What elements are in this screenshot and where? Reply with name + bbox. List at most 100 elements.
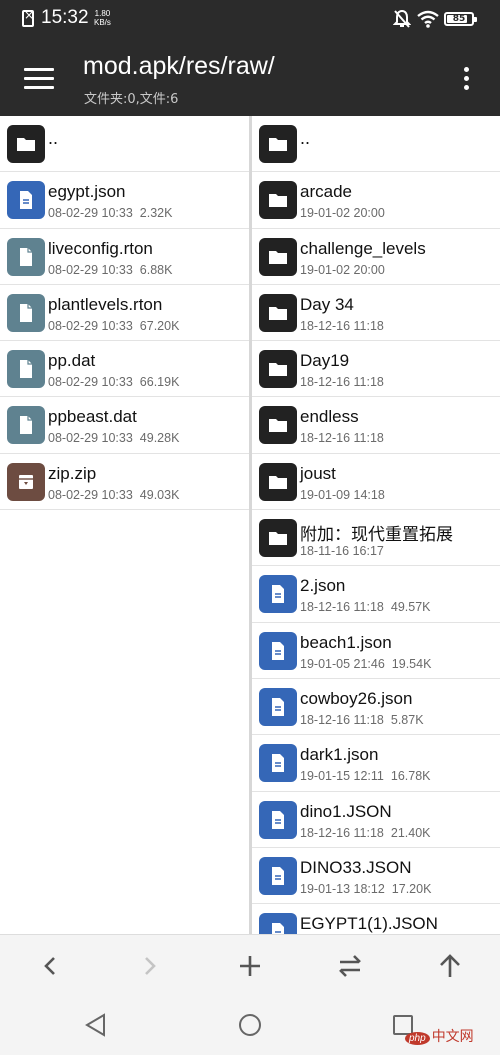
document-file-icon <box>7 350 45 389</box>
item-size: 6.88K <box>139 262 173 277</box>
back-triangle-icon[interactable] <box>82 1011 110 1039</box>
folder-row[interactable]: arcade 19-01-02 20:00 <box>252 172 500 229</box>
item-size: 49.03K <box>139 487 180 502</box>
home-circle-icon[interactable] <box>236 1011 264 1039</box>
json-file-icon <box>259 800 297 839</box>
folder-row[interactable]: Day19 18-12-16 11:18 <box>252 341 500 398</box>
item-name: liveconfig.rton <box>48 238 153 258</box>
swap-icon[interactable] <box>334 950 366 982</box>
back-arrow-icon[interactable] <box>34 950 66 982</box>
item-meta: 18-11-16 16:17 <box>300 544 384 558</box>
zip-archive-icon <box>7 462 45 501</box>
network-speed-unit: KB/s <box>94 18 111 27</box>
add-icon[interactable] <box>234 950 266 982</box>
item-meta: 19-01-02 20:00 <box>300 206 385 220</box>
hamburger-menu-icon[interactable] <box>24 68 54 90</box>
folder-row[interactable]: challenge_levels 19-01-02 20:00 <box>252 229 500 285</box>
file-row[interactable]: zip.zip 08-02-29 10:33 49.03K <box>0 454 249 511</box>
folder-row[interactable]: Day 34 18-12-16 11:18 <box>252 285 500 342</box>
file-row[interactable]: EGYPT1(1).JSON <box>252 904 500 934</box>
file-row[interactable]: cowboy26.json 18-12-16 11:18 5.87K <box>252 679 500 736</box>
file-row[interactable]: 2.json 18-12-16 11:18 49.57K <box>252 566 500 623</box>
item-name: egypt.json <box>48 182 126 202</box>
more-vert-icon[interactable] <box>456 67 476 95</box>
item-date: 08-02-29 10:33 <box>48 375 133 390</box>
item-name: endless <box>300 407 359 427</box>
folder-icon <box>259 350 297 389</box>
item-name: joust <box>300 463 336 483</box>
json-file-icon <box>259 913 297 934</box>
item-name: ppbeast.dat <box>48 407 137 427</box>
item-meta: 08-02-29 10:33 49.28K <box>48 431 179 445</box>
item-name: EGYPT1(1).JSON <box>300 914 438 934</box>
item-size: 21.40K <box>390 825 431 840</box>
json-file-icon <box>259 575 297 614</box>
file-row[interactable]: dark1.json 19-01-15 12:11 16.78K <box>252 735 500 792</box>
parent-directory-row[interactable]: .. <box>252 116 500 173</box>
item-name: cowboy26.json <box>300 688 413 708</box>
file-row[interactable]: beach1.json 19-01-05 21:46 19.54K <box>252 623 500 679</box>
item-date: 08-02-29 10:33 <box>48 431 133 446</box>
item-name: Day 34 <box>300 294 354 314</box>
item-meta: 19-01-13 18:12 17.20K <box>300 882 431 896</box>
json-file-icon <box>259 856 297 895</box>
item-date: 08-02-29 10:33 <box>48 487 133 502</box>
folder-icon <box>259 406 297 445</box>
item-date: 19-01-02 20:00 <box>300 262 385 277</box>
parent-directory-label: .. <box>300 128 311 148</box>
json-file-icon <box>7 181 45 220</box>
item-name: 附加：现代重置拓展 <box>300 525 453 545</box>
json-file-icon <box>259 687 297 726</box>
up-arrow-icon[interactable] <box>434 950 466 982</box>
item-size: 49.28K <box>139 431 180 446</box>
folder-icon <box>259 293 297 332</box>
folder-file-count: 文件夹:0,文件:6 <box>84 92 179 107</box>
item-size: 17.20K <box>391 881 432 896</box>
item-date: 18-12-16 11:18 <box>300 600 384 615</box>
item-name: challenge_levels <box>300 238 426 258</box>
item-meta: 18-12-16 11:18 <box>300 375 384 389</box>
item-date: 18-12-16 11:18 <box>300 375 384 390</box>
forward-arrow-icon[interactable] <box>134 950 166 982</box>
folder-icon <box>259 237 297 276</box>
folder-row[interactable]: endless 18-12-16 11:18 <box>252 397 500 454</box>
path-title: mod.apk/res/raw/ <box>83 52 275 80</box>
item-size: 67.20K <box>139 318 180 333</box>
bottom-toolbar <box>0 934 500 996</box>
file-row[interactable]: ppbeast.dat 08-02-29 10:33 49.28K <box>0 397 249 454</box>
item-name: dark1.json <box>300 745 379 765</box>
network-speed-value: 1.80 <box>94 9 111 18</box>
file-row[interactable]: DINO33.JSON 19-01-13 18:12 17.20K <box>252 848 500 905</box>
folder-row[interactable]: 附加：现代重置拓展 18-11-16 16:17 <box>252 510 500 567</box>
parent-directory-row[interactable]: .. <box>0 116 249 173</box>
item-date: 08-02-29 10:33 <box>48 262 133 277</box>
item-date: 19-01-15 12:11 <box>300 769 384 784</box>
item-meta: 18-12-16 11:18 5.87K <box>300 713 424 727</box>
folder-row[interactable]: joust 19-01-09 14:18 <box>252 454 500 511</box>
folder-icon <box>7 125 45 163</box>
item-meta: 08-02-29 10:33 6.88K <box>48 263 172 277</box>
item-date: 19-01-13 18:12 <box>300 881 385 896</box>
file-row[interactable]: liveconfig.rton 08-02-29 10:33 6.88K <box>0 229 249 285</box>
item-name: plantlevels.rton <box>48 294 163 314</box>
item-date: 08-02-29 10:33 <box>48 206 133 221</box>
item-date: 18-12-16 11:18 <box>300 712 384 727</box>
item-size: 5.87K <box>390 712 424 727</box>
document-file-icon <box>7 406 45 445</box>
document-file-icon <box>7 237 45 276</box>
no-sim-icon <box>22 8 34 27</box>
item-meta: 08-02-29 10:33 2.32K <box>48 206 172 220</box>
item-meta: 18-12-16 11:18 <box>300 319 384 333</box>
file-row[interactable]: plantlevels.rton 08-02-29 10:33 67.20K <box>0 285 249 342</box>
item-size: 19.54K <box>391 656 432 671</box>
file-row[interactable]: egypt.json 08-02-29 10:33 2.32K <box>0 172 249 229</box>
site-watermark: php 中文网 <box>405 1026 474 1046</box>
file-row[interactable]: dino1.JSON 18-12-16 11:18 21.40K <box>252 792 500 848</box>
folder-icon <box>259 125 297 163</box>
parent-directory-label: .. <box>48 128 59 148</box>
right-file-pane[interactable]: .. arcade 19-01-02 20:00 challenge_levels 1… <box>252 116 500 934</box>
file-row[interactable]: pp.dat 08-02-29 10:33 66.19K <box>0 341 249 398</box>
item-name: dino1.JSON <box>300 801 392 821</box>
left-file-pane[interactable]: .. egypt.json 08-02-29 10:33 2.32K liveconf… <box>0 116 249 934</box>
item-meta: 19-01-05 21:46 19.54K <box>300 657 431 671</box>
